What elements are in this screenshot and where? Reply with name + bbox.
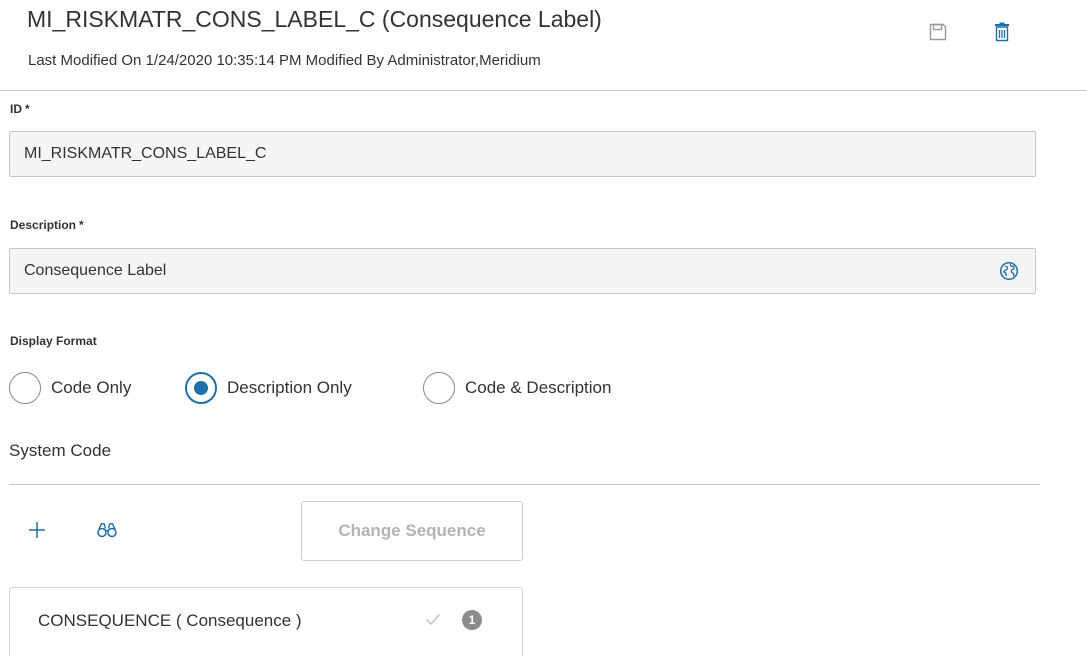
- search-button[interactable]: [92, 515, 122, 545]
- radio-label: Code Only: [51, 378, 132, 397]
- record-page: MI_RISKMATR_CONS_LABEL_C (Consequence La…: [0, 0, 1087, 656]
- count-badge: 1: [462, 610, 482, 630]
- radio-label: Code & Description: [465, 378, 612, 397]
- plus-icon: [29, 522, 45, 538]
- description-field[interactable]: [9, 248, 1036, 294]
- save-button[interactable]: [926, 20, 950, 44]
- display-format-label: Display Format: [10, 334, 97, 348]
- description-input[interactable]: [10, 249, 1035, 293]
- description-label-text: Description: [10, 218, 77, 232]
- radio-code-and-description[interactable]: Code & Description: [423, 370, 611, 406]
- id-label-text: ID: [10, 102, 22, 116]
- description-label: Description *: [10, 218, 84, 232]
- trash-icon: [995, 22, 1009, 42]
- change-sequence-button[interactable]: Change Sequence: [301, 501, 523, 561]
- radio-description-only[interactable]: Description Only: [185, 370, 352, 406]
- radio-circle[interactable]: [423, 372, 455, 404]
- list-item-label: CONSEQUENCE ( Consequence ): [38, 611, 302, 630]
- globe-icon[interactable]: [999, 261, 1019, 281]
- last-modified-text: Last Modified On 1/24/2020 10:35:14 PM M…: [28, 52, 541, 69]
- radio-code-only[interactable]: Code Only: [9, 370, 131, 406]
- id-label: ID *: [10, 102, 30, 116]
- system-code-divider: [9, 484, 1040, 485]
- id-input[interactable]: [10, 132, 1035, 176]
- list-item[interactable]: CONSEQUENCE ( Consequence ) 1: [9, 587, 523, 656]
- binoculars-icon: [97, 523, 117, 538]
- id-required-mark: *: [25, 102, 30, 116]
- description-required-mark: *: [79, 218, 84, 232]
- radio-circle-selected[interactable]: [185, 372, 217, 404]
- system-code-label: System Code: [9, 441, 112, 460]
- radio-label: Description Only: [227, 378, 352, 397]
- header-divider: [0, 90, 1087, 91]
- save-icon: [929, 23, 947, 41]
- add-button[interactable]: [22, 515, 52, 545]
- id-field[interactable]: [9, 131, 1036, 177]
- radio-circle[interactable]: [9, 372, 41, 404]
- delete-button[interactable]: [990, 20, 1014, 44]
- radio-dot: [194, 381, 208, 395]
- check-icon: [425, 613, 441, 626]
- page-title: MI_RISKMATR_CONS_LABEL_C (Consequence La…: [27, 6, 602, 32]
